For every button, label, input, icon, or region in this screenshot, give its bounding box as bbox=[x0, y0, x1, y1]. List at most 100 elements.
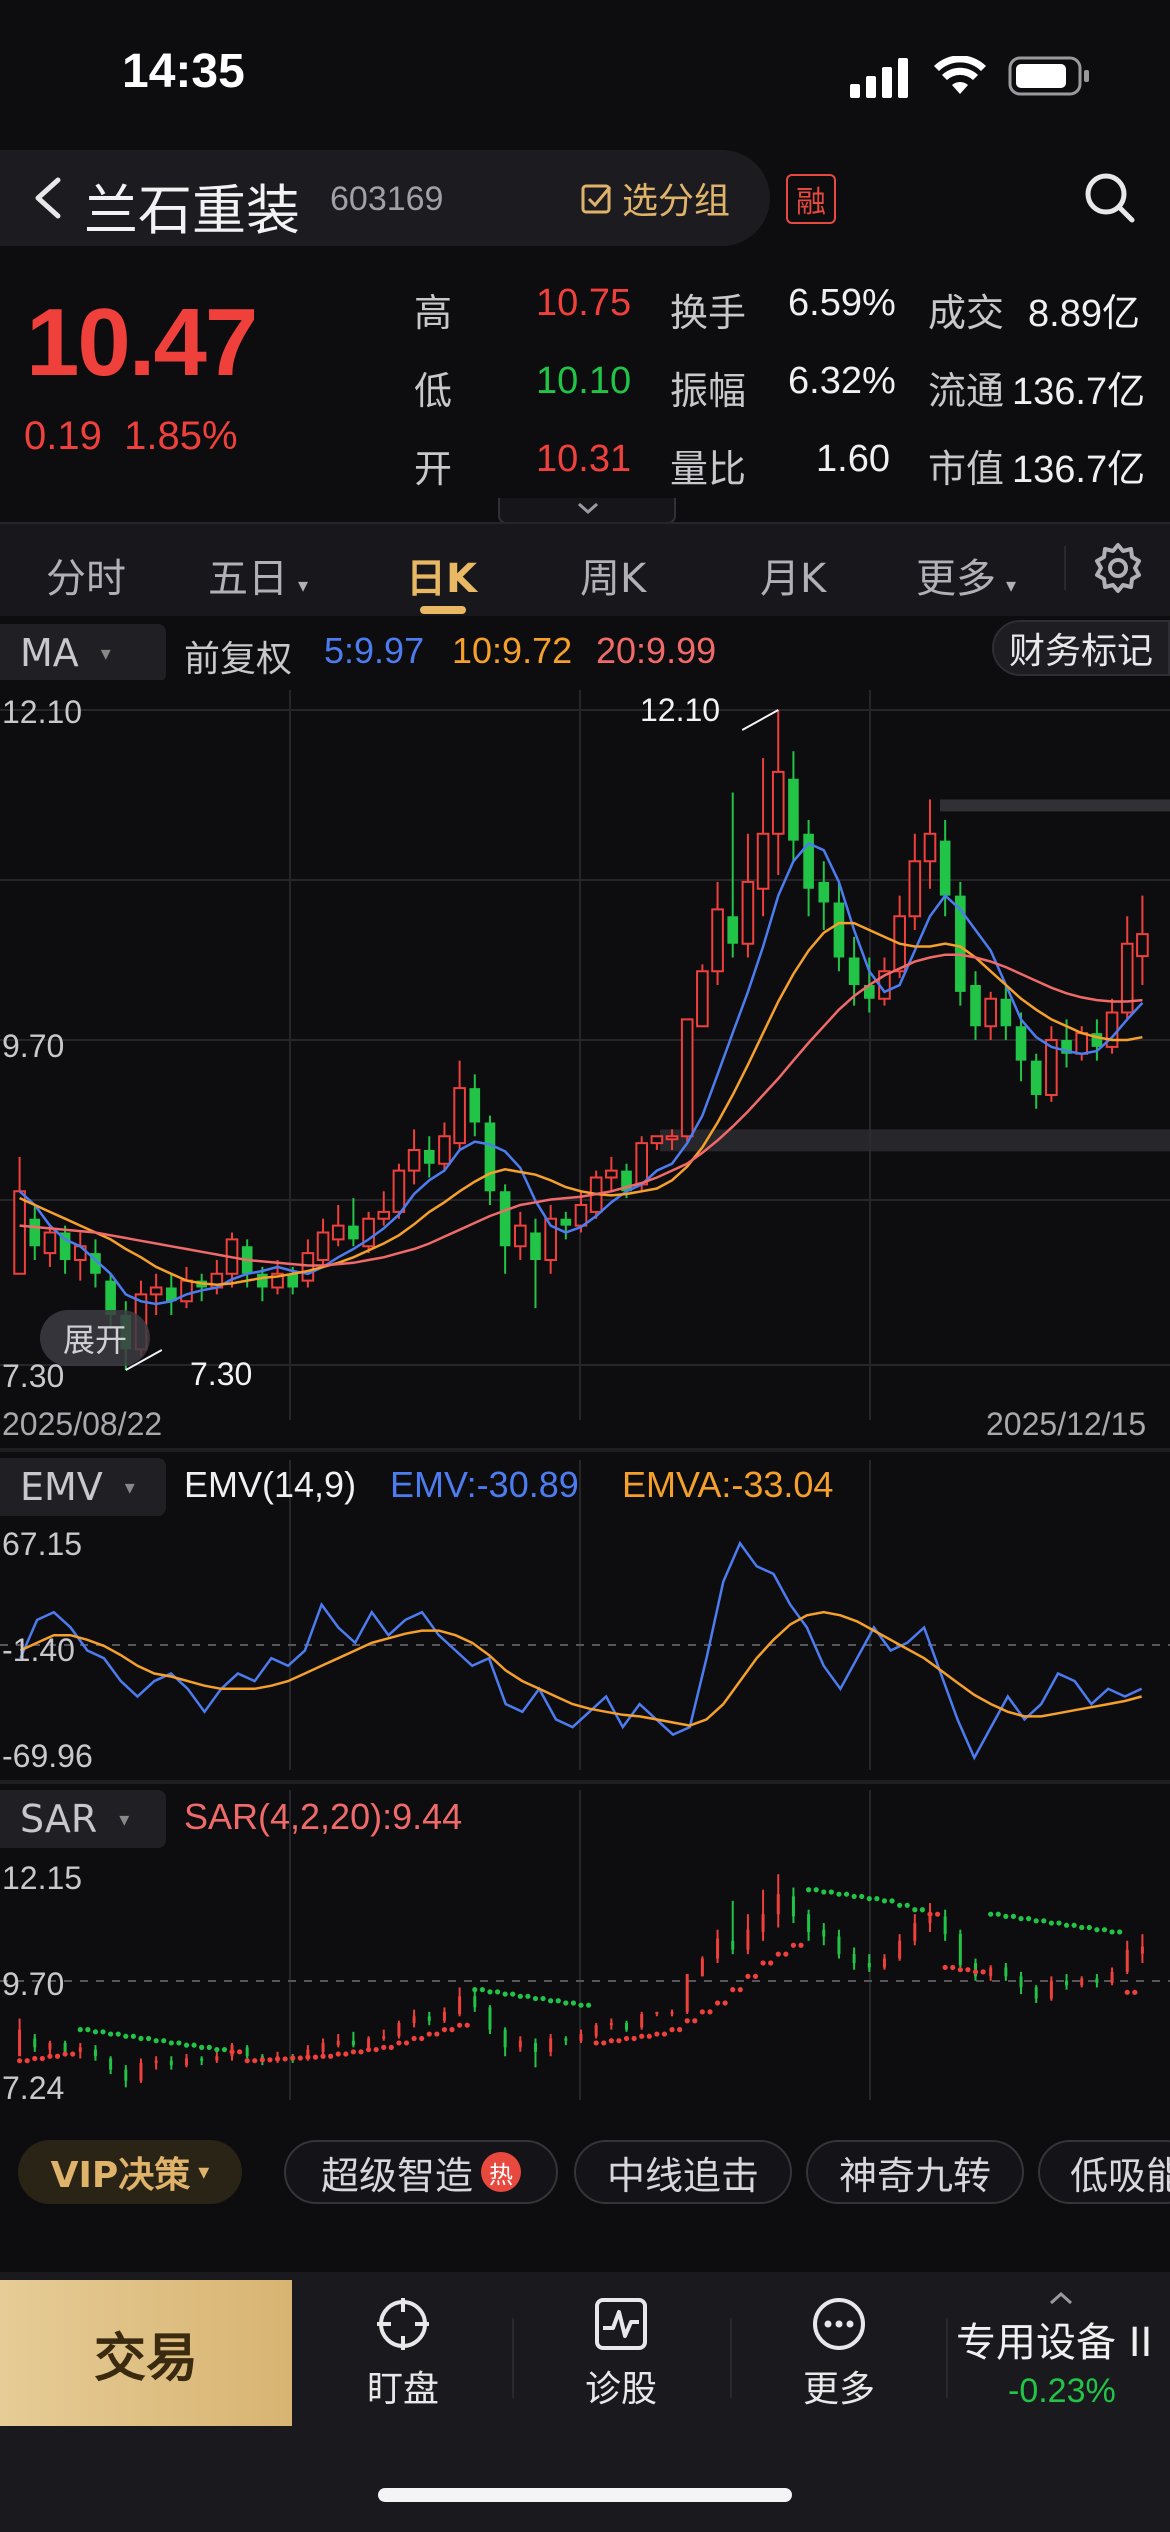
strategy-chip-low-buy[interactable]: 低吸能 bbox=[1038, 2140, 1170, 2204]
vip-decision-button[interactable]: VIP决策 ▾ bbox=[18, 2140, 242, 2204]
sar-candle-body bbox=[245, 2047, 249, 2057]
trade-button[interactable]: 交易 bbox=[0, 2280, 292, 2426]
emv-indicator-selector[interactable]: EMV ▾ bbox=[0, 1458, 166, 1516]
stock-chart-area[interactable] bbox=[0, 680, 1170, 2120]
sar-dot bbox=[39, 2055, 45, 2062]
sar-dot bbox=[995, 1911, 1001, 1917]
stock-name: 兰石重装 bbox=[84, 179, 300, 242]
sar-dot bbox=[525, 1993, 531, 1999]
strategy-chip-magic-nine[interactable]: 神奇九转 bbox=[806, 2140, 1024, 2204]
sar-dot bbox=[138, 2035, 144, 2042]
expand-button[interactable]: 展开 bbox=[40, 1310, 150, 1366]
change-amount: 0.19 bbox=[24, 414, 102, 458]
sar-dot bbox=[1010, 1913, 1017, 1919]
sar-candle-body bbox=[746, 1929, 750, 1950]
tab-weekly-k[interactable]: 周K bbox=[580, 546, 646, 604]
sar-dot bbox=[229, 2049, 235, 2055]
adjust-mode[interactable]: 前复权 bbox=[184, 630, 292, 682]
sar-candle-body bbox=[93, 2049, 97, 2057]
sar-dot bbox=[411, 2035, 417, 2042]
candle-body bbox=[377, 1210, 391, 1220]
search-icon[interactable] bbox=[1080, 168, 1140, 228]
gear-icon[interactable] bbox=[1092, 542, 1144, 594]
sar-candle-body bbox=[549, 2038, 553, 2052]
select-group-button[interactable]: 选分组 bbox=[580, 176, 730, 222]
sar-dot bbox=[419, 2035, 425, 2042]
ma5-value: 5:9.97 bbox=[324, 630, 425, 671]
candle-body bbox=[257, 1273, 268, 1288]
sar-dot bbox=[593, 2040, 599, 2046]
sar-candle-body bbox=[1065, 1980, 1069, 1986]
back-arrow-icon[interactable] bbox=[18, 160, 78, 236]
diagnose-button[interactable]: 诊股 bbox=[546, 2296, 696, 2412]
hot-badge: 热 bbox=[481, 2152, 521, 2192]
finance-marker-button[interactable]: 财务标记 bbox=[992, 620, 1170, 676]
sar-candle-body bbox=[594, 2025, 598, 2037]
candle-body bbox=[711, 908, 724, 973]
emv-y-top: 67.15 bbox=[2, 1526, 83, 1562]
sar-dot bbox=[358, 2049, 364, 2055]
tab-daily-k[interactable]: 日K bbox=[406, 546, 477, 604]
watch-button[interactable]: 盯盘 bbox=[328, 2296, 478, 2412]
sar-dot bbox=[836, 1891, 842, 1897]
sar-candle-body bbox=[579, 2034, 583, 2041]
checkbox-edit-icon bbox=[581, 184, 612, 214]
caret-down-icon: ▾ bbox=[1006, 573, 1017, 597]
tab-intraday[interactable]: 分时 bbox=[46, 546, 126, 604]
sar-candle-body bbox=[1049, 1980, 1053, 1999]
sar-dot bbox=[714, 2000, 721, 2006]
sar-dot bbox=[373, 2046, 379, 2053]
sar-candle-body bbox=[670, 2011, 674, 2014]
sar-dot bbox=[889, 1898, 895, 1904]
sar-candle-body bbox=[48, 2042, 52, 2050]
candle-body bbox=[1030, 1060, 1042, 1095]
sar-dot bbox=[851, 1893, 857, 1900]
sar-dot bbox=[464, 2022, 470, 2028]
sar-dot bbox=[54, 2053, 61, 2059]
more-dots-icon bbox=[813, 2298, 865, 2350]
sar-candle-body bbox=[336, 2040, 340, 2046]
sar-dot bbox=[305, 2054, 311, 2060]
tab-five-day[interactable]: 五日 ▾ bbox=[208, 546, 308, 604]
emv-title: EMV(14,9) bbox=[184, 1464, 357, 1505]
high-label: 高 bbox=[414, 293, 453, 335]
home-indicator bbox=[378, 2488, 792, 2502]
strategy-chip-super-manufacturing[interactable]: 超级智造热 bbox=[284, 2140, 558, 2204]
sar-dot bbox=[881, 1898, 888, 1904]
sar-candle-body bbox=[78, 2047, 82, 2052]
sar-dot bbox=[1094, 1927, 1100, 1933]
sar-dot bbox=[806, 1887, 812, 1893]
main-indicator-selector[interactable]: MA ▾ bbox=[0, 624, 166, 682]
sar-candle-body bbox=[822, 1929, 826, 1937]
candle-body bbox=[605, 1169, 618, 1179]
sar-indicator-selector[interactable]: SAR ▾ bbox=[0, 1790, 166, 1848]
sar-candle-body bbox=[989, 1967, 993, 1977]
toolbar-divider bbox=[512, 2318, 514, 2398]
tab-monthly-k[interactable]: 月K bbox=[760, 546, 826, 604]
sar-dot bbox=[502, 1991, 508, 1997]
strategy-chip-midline[interactable]: 中线追击 bbox=[574, 2140, 792, 2204]
sector-name[interactable]: 专用设备 II bbox=[956, 2310, 1152, 2368]
sar-candle-body bbox=[533, 2042, 537, 2052]
sar-dot bbox=[897, 1902, 903, 1908]
candle-body bbox=[771, 770, 785, 835]
sar-dot bbox=[950, 1964, 956, 1971]
sar-dot bbox=[874, 1896, 880, 1902]
sar-candle-body bbox=[898, 1940, 902, 1959]
sar-dot bbox=[1117, 1929, 1123, 1935]
sar-dot bbox=[646, 2033, 652, 2039]
sar-candle-body bbox=[109, 2058, 113, 2070]
sar-candle-body bbox=[1004, 1967, 1008, 1977]
candle-body bbox=[499, 1191, 511, 1247]
quote-expand-handle[interactable] bbox=[498, 498, 676, 524]
candle-body bbox=[939, 840, 951, 896]
sar-dot bbox=[775, 1951, 781, 1957]
volume-amount-value: 8.89亿 bbox=[1028, 293, 1140, 335]
sar-dot bbox=[290, 2055, 296, 2061]
sar-dot bbox=[517, 1993, 523, 1999]
sar-dot bbox=[472, 1987, 478, 1993]
sar-dot bbox=[699, 2009, 705, 2015]
tab-more[interactable]: 更多 ▾ bbox=[916, 546, 1016, 604]
more-button[interactable]: 更多 bbox=[764, 2296, 914, 2412]
toolbar-divider bbox=[946, 2318, 948, 2398]
